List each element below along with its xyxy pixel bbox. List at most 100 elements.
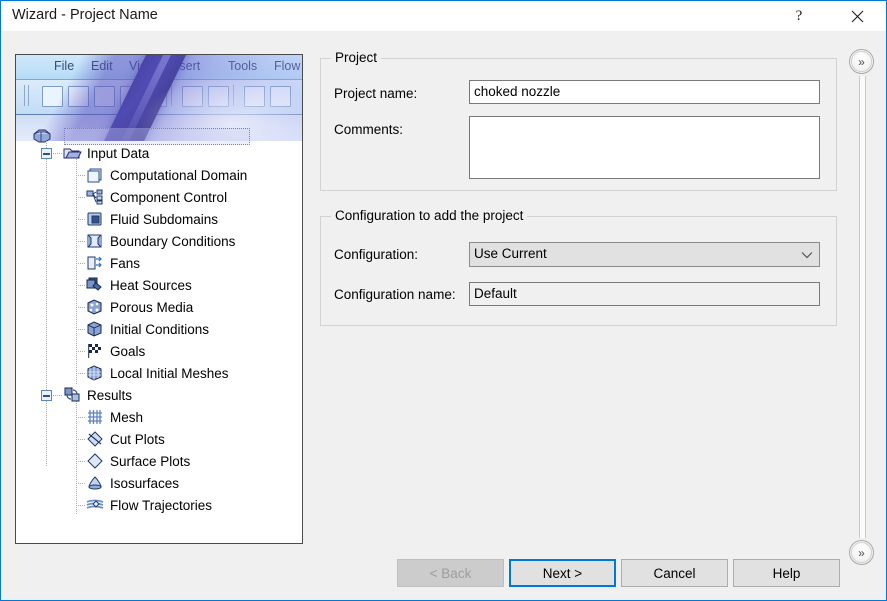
tree-connector (76, 351, 85, 352)
results-icon (62, 386, 82, 404)
configuration-name-label: Configuration name: (334, 287, 456, 302)
tree-connector (53, 153, 62, 154)
cut-plots-icon (85, 430, 105, 448)
configuration-label: Configuration: (334, 247, 419, 262)
fans-icon (85, 254, 105, 272)
configuration-groupbox-title: Configuration to add the project (331, 208, 528, 223)
close-icon (851, 10, 863, 22)
help-caption-button[interactable]: ? (776, 1, 822, 31)
tree-connector (53, 395, 62, 396)
rail-expand-top-button[interactable]: » (849, 49, 874, 74)
tree-item-label: Goals (110, 343, 146, 359)
tree-item-label: Surface Plots (110, 453, 191, 469)
tree-item-fans[interactable]: Fans (85, 252, 140, 274)
close-button[interactable] (834, 1, 880, 31)
project-groupbox-title: Project (331, 50, 382, 65)
configuration-combobox[interactable]: Use Current (469, 242, 820, 267)
tree-item-label: Flow Trajectories (110, 497, 213, 513)
tree-connector (76, 373, 85, 374)
tree-item-label: Input Data (87, 145, 150, 161)
tree-connector (76, 439, 85, 440)
mesh-grid-icon (85, 408, 105, 426)
dialog-client-area: File Edit View Insert Tools Flow (2, 31, 886, 600)
tree-item-label: Isosurfaces (110, 475, 180, 491)
tree-trunk-line (46, 137, 47, 467)
title-bar: Wizard - Project Name ? (1, 1, 886, 31)
sidebar-rail: » » (845, 49, 881, 565)
tree-item-goals[interactable]: Goals (85, 340, 145, 362)
initial-conditions-icon (85, 320, 105, 338)
tree-item-label: Cut Plots (110, 431, 165, 447)
tree-item-initial-conditions[interactable]: Initial Conditions (85, 318, 209, 340)
tree-item-boundary-conditions[interactable]: Boundary Conditions (85, 230, 235, 252)
double-chevron-right-icon: » (851, 542, 872, 563)
comments-textarea[interactable] (469, 116, 820, 179)
comments-label: Comments: (334, 122, 404, 137)
goals-flag-icon (85, 342, 105, 360)
window-title: Wizard - Project Name (12, 7, 158, 23)
tree-root-node[interactable] (32, 125, 52, 147)
tree-item-label: Local Initial Meshes (110, 365, 229, 381)
question-mark-icon: ? (795, 7, 803, 24)
fluid-subdomains-icon (85, 210, 105, 228)
tree-item-isosurfaces[interactable]: Isosurfaces (85, 472, 179, 494)
tree-item-mesh[interactable]: Mesh (85, 406, 143, 428)
tree-item-porous-media[interactable]: Porous Media (85, 296, 193, 318)
tree-item-flow-trajectories[interactable]: Flow Trajectories (85, 494, 212, 516)
tree-item-label: Fans (110, 255, 141, 271)
cancel-button[interactable]: Cancel (621, 559, 728, 587)
tree-item-label: Boundary Conditions (110, 233, 236, 249)
configuration-combobox-value: Use Current (474, 246, 547, 261)
tree-item-label: Computational Domain (110, 167, 248, 183)
help-button[interactable]: Help (733, 559, 840, 587)
tree-item-cut-plots[interactable]: Cut Plots (85, 428, 165, 450)
tree-connector (76, 417, 85, 418)
back-button[interactable]: < Back (397, 559, 504, 587)
tree-item-surface-plots[interactable]: Surface Plots (85, 450, 190, 472)
tree-connector (76, 263, 85, 264)
tree-item-results[interactable]: Results (62, 384, 132, 406)
rail-track (859, 76, 866, 538)
tree-item-label: Fluid Subdomains (110, 211, 219, 227)
surface-plots-icon (85, 452, 105, 470)
tree-item-label: Mesh (110, 409, 144, 425)
tree-connector (76, 505, 85, 506)
heat-sources-icon (85, 276, 105, 294)
rail-expand-bottom-button[interactable]: » (849, 540, 874, 565)
tree-item-component-control[interactable]: Component Control (85, 186, 227, 208)
tree-view[interactable]: Input Data Computational Domain Componen… (16, 128, 302, 543)
boundary-conditions-icon (85, 232, 105, 250)
double-chevron-right-icon: » (851, 51, 872, 72)
flow-trajectories-icon (85, 496, 105, 514)
tree-connector (76, 241, 85, 242)
tree-connector (76, 197, 85, 198)
input-data-folder-icon (62, 144, 82, 162)
tree-item-label: Initial Conditions (110, 321, 210, 337)
tree-expander-results[interactable] (41, 390, 52, 401)
tree-item-label: Heat Sources (110, 277, 192, 293)
configuration-groupbox: Configuration to add the project (320, 208, 837, 326)
next-button[interactable]: Next > (509, 559, 616, 587)
tree-item-heat-sources[interactable]: Heat Sources (85, 274, 192, 296)
wizard-dialog: Wizard - Project Name ? File Edit View I… (0, 0, 887, 601)
computational-domain-icon (85, 166, 105, 184)
tree-item-label: Results (87, 387, 133, 403)
tree-item-input-data[interactable]: Input Data (62, 142, 149, 164)
tree-item-fluid-subdomains[interactable]: Fluid Subdomains (85, 208, 218, 230)
chevron-down-icon[interactable] (801, 243, 813, 266)
project-root-icon (32, 127, 52, 145)
tree-connector (76, 483, 85, 484)
tree-item-local-initial-meshes[interactable]: Local Initial Meshes (85, 362, 229, 384)
tree-item-label: Porous Media (110, 299, 194, 315)
tree-expander-input-data[interactable] (41, 148, 52, 159)
porous-media-icon (85, 298, 105, 316)
project-name-input[interactable]: choked nozzle (469, 80, 820, 104)
tree-connector (76, 461, 85, 462)
tree-connector (76, 175, 85, 176)
configuration-name-input[interactable]: Default (469, 282, 820, 306)
tree-connector (76, 285, 85, 286)
project-name-label: Project name: (334, 86, 418, 101)
project-tree-panel: File Edit View Insert Tools Flow (15, 54, 303, 544)
tree-item-label: Component Control (110, 189, 228, 205)
tree-item-computational-domain[interactable]: Computational Domain (85, 164, 247, 186)
